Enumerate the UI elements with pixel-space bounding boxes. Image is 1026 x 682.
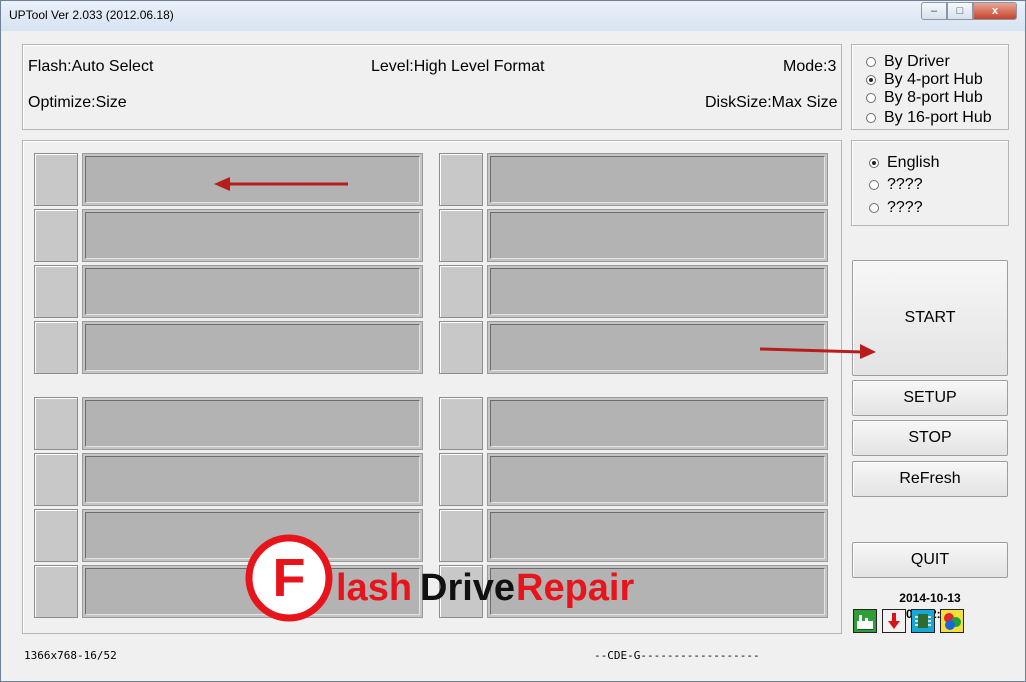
factory-icon[interactable]: [853, 609, 877, 633]
radio-button-selected-icon[interactable]: [866, 75, 876, 85]
radio-button-icon[interactable]: [866, 93, 876, 103]
quit-button[interactable]: QUIT: [852, 542, 1008, 578]
radio-button-icon[interactable]: [869, 180, 879, 190]
port-status-slot: [82, 321, 423, 374]
watermark-word-3: Repair: [516, 567, 634, 609]
port-index-cell: [439, 209, 483, 262]
radio-button-selected-icon[interactable]: [869, 158, 879, 168]
port-index-cell: [34, 453, 78, 506]
minimize-button[interactable]: –: [921, 2, 947, 20]
mode-label: Mode:3: [783, 58, 837, 75]
port-status-slot: [487, 397, 828, 450]
download-arrow-icon[interactable]: [882, 609, 906, 633]
radio-language-english[interactable]: English: [869, 154, 939, 172]
port-status-slot: [487, 265, 828, 318]
radio-button-icon[interactable]: [869, 203, 879, 213]
radio-button-icon[interactable]: [866, 113, 876, 123]
annotation-arrow-right-icon: [759, 344, 876, 359]
optimize-label: Optimize:Size: [28, 94, 127, 111]
port-index-cell: [439, 453, 483, 506]
port-status-slot: [82, 209, 423, 262]
color-balls-icon[interactable]: [940, 609, 964, 633]
level-label: Level:High Level Format: [371, 58, 545, 75]
radio-by-driver[interactable]: By Driver: [866, 53, 950, 71]
radio-by-16-port-hub[interactable]: By 16-port Hub: [866, 109, 992, 127]
radio-language-2[interactable]: ????: [869, 176, 923, 194]
port-index-cell: [34, 565, 78, 618]
refresh-button[interactable]: ReFresh: [852, 461, 1008, 497]
port-index-cell: [439, 321, 483, 374]
port-status-slot: [487, 153, 828, 206]
chip-icon[interactable]: [911, 609, 935, 633]
port-index-cell: [34, 397, 78, 450]
resolution-status: 1366x768-16/52: [24, 649, 117, 662]
port-index-cell: [34, 509, 78, 562]
port-index-cell: [34, 321, 78, 374]
radio-language-3[interactable]: ????: [869, 199, 923, 217]
watermark-word-2: Drive: [420, 567, 515, 609]
watermark-word-1: lash: [336, 567, 412, 609]
annotation-arrow-left-icon: [214, 177, 348, 191]
drive-letters-status: --CDE-G------------------: [594, 649, 760, 662]
port-status-slot: [487, 453, 828, 506]
disksize-label: DiskSize:Max Size: [705, 94, 838, 111]
title-bar[interactable]: UPTool Ver 2.033 (2012.06.18) – □ x: [1, 1, 1025, 31]
radio-by-8-port-hub[interactable]: By 8-port Hub: [866, 89, 983, 107]
maximize-button[interactable]: □: [947, 2, 973, 20]
port-index-cell: [34, 153, 78, 206]
watermark-logo: F lash Drive Repair: [244, 533, 644, 625]
port-index-cell: [439, 265, 483, 318]
port-index-cell: [439, 397, 483, 450]
window-title: UPTool Ver 2.033 (2012.06.18): [9, 8, 174, 22]
port-index-cell: [34, 265, 78, 318]
caption-buttons: – □ x: [921, 2, 1017, 20]
settings-info-panel: [22, 44, 842, 130]
date-label: 2014-10-13: [899, 591, 961, 605]
port-status-slot: [82, 453, 423, 506]
setup-button[interactable]: SETUP: [852, 380, 1008, 416]
close-button[interactable]: x: [973, 2, 1017, 20]
port-status-slot: [487, 209, 828, 262]
port-index-cell: [34, 209, 78, 262]
flash-label: Flash:Auto Select: [28, 58, 154, 75]
stop-button[interactable]: STOP: [852, 420, 1008, 456]
radio-by-4-port-hub[interactable]: By 4-port Hub: [866, 71, 983, 89]
port-status-slot: [82, 397, 423, 450]
port-index-cell: [439, 153, 483, 206]
port-status-slot: [82, 265, 423, 318]
radio-button-icon[interactable]: [866, 57, 876, 67]
watermark-letter: F: [273, 548, 306, 608]
